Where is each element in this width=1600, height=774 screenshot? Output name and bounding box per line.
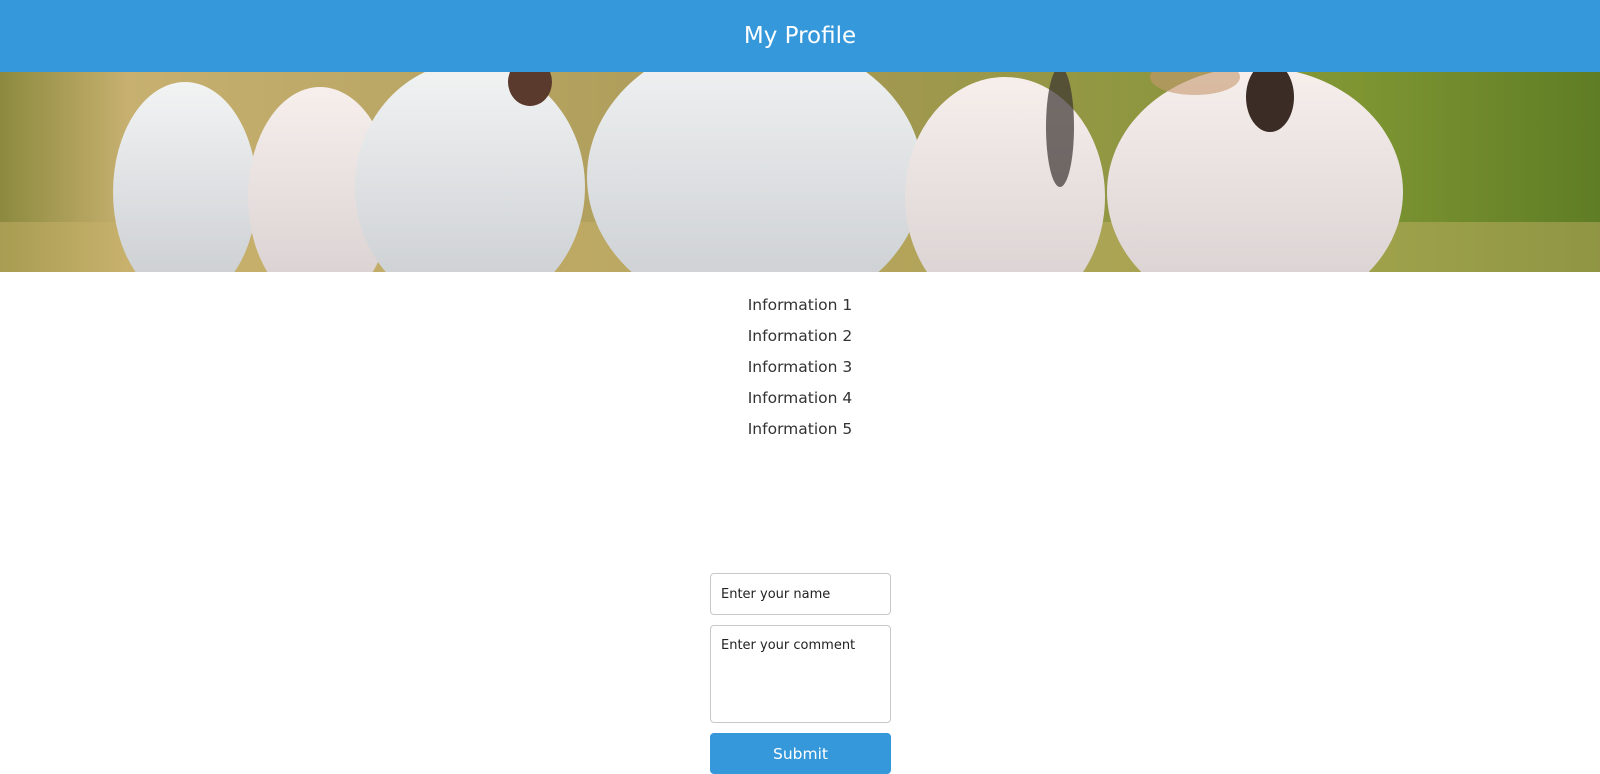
info-item: Information 2 [747,327,853,345]
page-title: My Profile [743,23,857,49]
info-item: Information 4 [747,389,853,407]
info-list: Information 1 Information 2 Information … [0,290,1600,445]
info-item: Information 1 [747,296,853,314]
submit-button[interactable]: Submit [710,733,891,774]
info-item: Information 3 [747,358,853,376]
horses-illustration [0,72,1600,272]
comment-form: Submit [710,573,891,774]
comment-textarea[interactable] [710,625,891,723]
info-item: Information 5 [747,420,853,438]
page-header: My Profile [0,0,1600,72]
banner-image [0,72,1600,272]
name-input[interactable] [710,573,891,615]
